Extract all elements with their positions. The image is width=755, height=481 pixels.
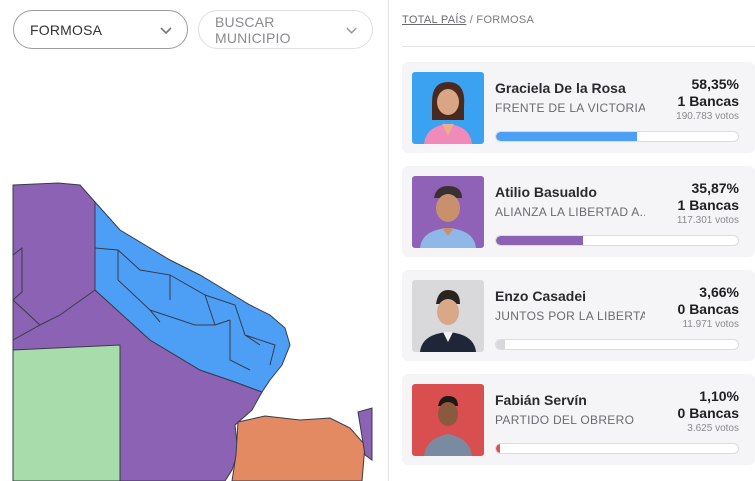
- vote-share-bar: [495, 235, 739, 246]
- candidate-party: ALIANZA LA LIBERTAD A...: [495, 205, 645, 219]
- municipio-search-placeholder: BUSCAR MUNICIPIO: [215, 13, 291, 46]
- candidate-bancas: 0 Bancas: [677, 405, 739, 421]
- candidate-votes: 190.783 votos: [676, 111, 739, 122]
- candidate-votes: 11.971 votos: [682, 319, 739, 330]
- vote-share-bar: [495, 131, 739, 142]
- candidate-name: Graciela De la Rosa: [495, 80, 626, 96]
- candidate-photo: [412, 176, 484, 248]
- breadcrumb: TOTAL PAÍS / FORMOSA: [402, 14, 534, 26]
- vote-share-fill: [496, 236, 583, 245]
- breadcrumb-current: FORMOSA: [476, 14, 535, 26]
- candidate-name: Fabián Servín: [495, 392, 587, 408]
- candidate-percent: 35,87%: [691, 180, 739, 196]
- municipio-search-select[interactable]: BUSCAR MUNICIPIO: [198, 10, 373, 49]
- candidate-card[interactable]: Enzo Casadei JUNTOS POR LA LIBERTA... 3,…: [402, 270, 755, 361]
- header-divider: [402, 46, 755, 47]
- map-panel: FORMOSA BUSCAR MUNICIPIO: [0, 0, 388, 481]
- candidate-photo: [412, 280, 484, 352]
- vote-share-bar: [495, 339, 739, 350]
- vote-share-fill: [496, 340, 505, 349]
- breadcrumb-root-link[interactable]: TOTAL PAÍS: [402, 14, 466, 26]
- candidate-card[interactable]: Fabián Servín PARTIDO DEL OBRERO 1,10% 0…: [402, 374, 755, 465]
- chevron-down-icon: [346, 27, 357, 34]
- candidate-photo: [412, 384, 484, 456]
- candidate-bancas: 1 Bancas: [677, 93, 739, 109]
- candidate-bancas: 1 Bancas: [677, 197, 739, 213]
- panel-divider: [388, 0, 389, 481]
- candidate-votes: 117.301 votos: [676, 215, 739, 226]
- candidate-percent: 3,66%: [699, 284, 739, 300]
- province-select[interactable]: FORMOSA: [13, 10, 188, 49]
- province-map[interactable]: [0, 60, 388, 481]
- candidate-card[interactable]: Graciela De la Rosa FRENTE DE LA VICTORI…: [402, 62, 755, 153]
- vote-share-bar: [495, 443, 739, 454]
- vote-share-fill: [496, 444, 500, 453]
- map-region-green: [12, 344, 121, 481]
- candidate-photo: [412, 72, 484, 144]
- candidate-bancas: 0 Bancas: [677, 301, 739, 317]
- candidate-name: Enzo Casadei: [495, 288, 587, 304]
- vote-share-fill: [496, 132, 638, 141]
- candidate-percent: 1,10%: [699, 388, 739, 404]
- candidate-party: FRENTE DE LA VICTORIA: [495, 101, 645, 115]
- candidate-party: JUNTOS POR LA LIBERTA...: [495, 309, 645, 323]
- candidate-party: PARTIDO DEL OBRERO: [495, 413, 635, 427]
- candidate-percent: 58,35%: [691, 76, 739, 92]
- breadcrumb-separator: /: [466, 14, 477, 26]
- candidate-votes: 3.625 votos: [687, 423, 739, 434]
- candidate-card[interactable]: Atilio Basualdo ALIANZA LA LIBERTAD A...…: [402, 166, 755, 257]
- candidate-name: Atilio Basualdo: [495, 184, 597, 200]
- map-region-orange: [231, 415, 366, 481]
- province-select-value: FORMOSA: [30, 21, 103, 38]
- chevron-down-icon: [160, 26, 172, 34]
- results-list: Graciela De la Rosa FRENTE DE LA VICTORI…: [402, 62, 755, 478]
